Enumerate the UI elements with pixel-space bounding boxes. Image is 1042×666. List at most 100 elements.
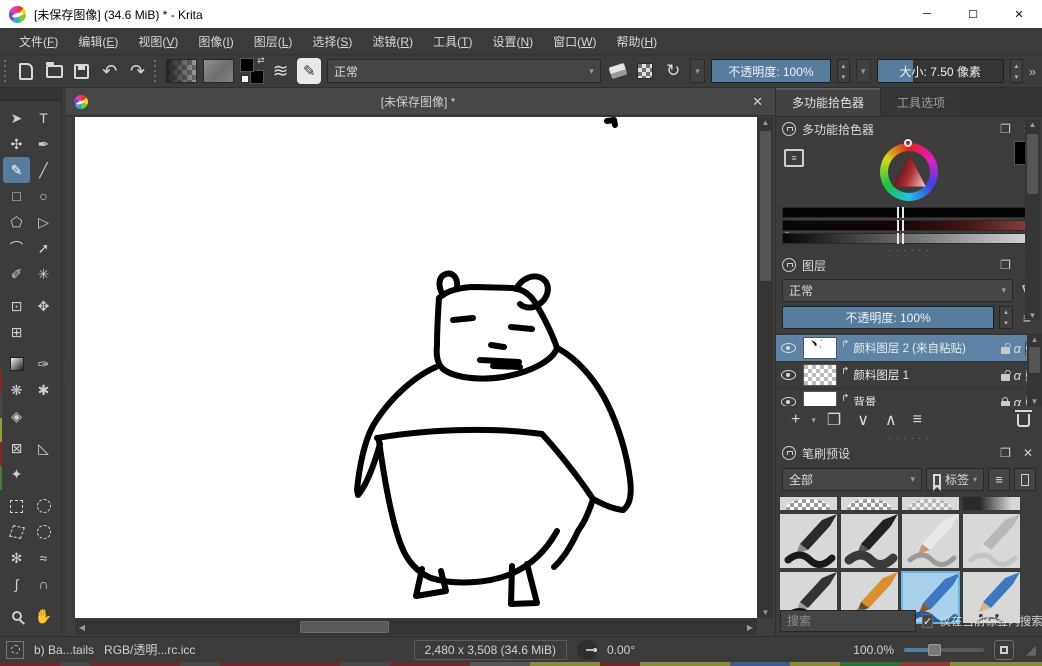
magnetic-select-tool[interactable]: ∩ — [30, 571, 57, 597]
menu-I[interactable]: 图像(I) — [189, 29, 242, 54]
save-button[interactable] — [71, 59, 93, 83]
layer-opacity-slider[interactable]: 不透明度: 100% — [782, 306, 994, 329]
brush-editor-button[interactable]: ✎ — [297, 58, 321, 84]
reload-dropdown-arrow[interactable]: ▾ — [690, 59, 705, 83]
polyline-tool[interactable]: ▷ — [30, 209, 57, 235]
toolbar-overflow-button[interactable]: » — [1029, 64, 1038, 79]
polygon-tool[interactable]: ⬠ — [3, 209, 30, 235]
shade-handle[interactable] — [897, 220, 904, 231]
float-dock-icon[interactable]: ❐ — [997, 258, 1014, 272]
layer-visibility-icon[interactable] — [781, 370, 796, 380]
foreground-background-colors[interactable]: ⇄ — [240, 58, 264, 84]
layer-visibility-icon[interactable] — [781, 397, 796, 406]
assistants-tool[interactable]: ◺ — [30, 435, 57, 461]
reference-images-tool[interactable]: ✦ — [3, 461, 30, 487]
float-dock-icon[interactable]: ❐ — [997, 122, 1014, 136]
search-scope-checkbox[interactable]: ✓ — [922, 614, 933, 628]
preset-menu-button[interactable]: ≡ — [988, 468, 1010, 491]
duplicate-layer-button[interactable]: ❐ — [820, 410, 848, 430]
gradient-tool[interactable] — [3, 351, 30, 377]
colorize-mask-tool[interactable]: ✱ — [30, 377, 57, 403]
add-layer-arrow[interactable]: ▾ — [809, 415, 818, 426]
move-layer-up-button[interactable]: ∧ — [878, 410, 904, 430]
preset-scroll-thumb[interactable] — [1027, 134, 1038, 194]
canvas-vertical-scrollbar[interactable]: ▲ ▼ — [758, 117, 773, 618]
brush-preset[interactable] — [901, 513, 960, 569]
eraser-mode-button[interactable] — [607, 59, 629, 83]
brush-preset[interactable] — [840, 513, 899, 569]
vertical-scroll-thumb[interactable] — [760, 131, 771, 281]
redo-button[interactable]: ↷ — [127, 59, 149, 83]
shade-bar-2[interactable] — [782, 220, 1034, 231]
line-tool[interactable]: ╱ — [30, 157, 57, 183]
fit-zoom-button[interactable] — [994, 640, 1014, 660]
swap-colors-icon[interactable]: ⇄ — [257, 55, 265, 66]
shade-handle[interactable] — [897, 233, 904, 244]
layer-lock-icon[interactable] — [1001, 347, 1010, 354]
float-dock-icon[interactable]: ❐ — [997, 446, 1014, 460]
color-selector-header[interactable]: 多功能拾色器 ❐ ✕ — [776, 117, 1042, 141]
gradient-chooser[interactable] — [166, 59, 197, 83]
close-dock-icon[interactable]: ✕ — [1020, 446, 1036, 460]
opacity-dropdown-arrow[interactable]: ▾ — [856, 59, 871, 83]
menu-F[interactable]: 文件(F) — [10, 29, 67, 54]
enclose-fill-tool[interactable]: ⊠ — [3, 435, 30, 461]
eraser-soft-preset[interactable] — [901, 496, 960, 511]
zoom-percent[interactable]: 100.0% — [853, 643, 894, 657]
search-input[interactable] — [780, 610, 916, 632]
menu-R[interactable]: 滤镜(R) — [363, 29, 422, 54]
edit-shapes-tool[interactable]: ✣ — [3, 131, 30, 157]
color-picker-tool[interactable]: ✑ — [30, 351, 57, 377]
menu-H[interactable]: 帮助(H) — [607, 29, 666, 54]
bezier-select-tool[interactable]: ʃ — [3, 571, 30, 597]
rectangle-tool[interactable]: □ — [3, 183, 30, 209]
calligraphy-tool[interactable]: ✒ — [30, 131, 57, 157]
scroll-up-icon[interactable]: ▲ — [758, 118, 773, 127]
dock-splitter[interactable]: · · · · · · — [776, 246, 1042, 253]
canvas-titlebar[interactable]: [未保存图像] * ✕ — [66, 88, 775, 116]
toolbar-grip-2[interactable] — [154, 60, 159, 82]
layer-row[interactable]: ↱颜料图层 2 (来自粘贴)α — [776, 335, 1042, 362]
toolbox-title-handle[interactable] — [0, 88, 61, 101]
selection-mode-icon[interactable] — [6, 641, 24, 659]
shade-bar-1[interactable] — [782, 207, 1034, 218]
magic-wand-select-tool[interactable]: ✻ — [3, 545, 30, 571]
undo-button[interactable]: ↶ — [99, 59, 121, 83]
airbrush-preset[interactable] — [962, 496, 1021, 511]
freehand-select-tool[interactable] — [30, 519, 57, 545]
eraser-preset[interactable] — [779, 496, 838, 511]
shade-handle[interactable] — [897, 207, 904, 218]
inherit-alpha-icon[interactable]: α — [1014, 368, 1021, 383]
zoom-slider[interactable] — [904, 648, 984, 652]
open-document-button[interactable] — [43, 59, 65, 83]
polygon-select-tool[interactable] — [3, 519, 30, 545]
move-layer-down-button[interactable]: ∨ — [850, 410, 876, 430]
maximize-button[interactable]: ☐ — [950, 0, 996, 28]
rotation-dial-icon[interactable] — [577, 640, 597, 660]
tag-button[interactable]: 标签 ▾ — [926, 468, 984, 491]
layer-visibility-icon[interactable] — [781, 343, 796, 353]
layer-blend-mode-combo[interactable]: 正常 ▾ — [782, 279, 1013, 302]
brush-preset[interactable] — [779, 513, 838, 569]
pan-tool[interactable]: ✋ — [30, 603, 57, 629]
similar-color-select-tool[interactable]: ≈ — [30, 545, 57, 571]
zoom-tool[interactable] — [3, 603, 30, 629]
brush-preset[interactable] — [962, 513, 1021, 569]
layer-row[interactable]: ↱颜料图层 1α — [776, 362, 1042, 389]
reload-preset-button[interactable]: ↻ — [662, 59, 684, 83]
ellipse-tool[interactable]: ○ — [30, 183, 57, 209]
document-close-icon[interactable]: ✕ — [748, 94, 767, 110]
shade-selector-bars[interactable] — [782, 207, 1034, 246]
menu-S[interactable]: 选择(S) — [303, 29, 361, 54]
inherit-alpha-icon[interactable]: α — [1014, 341, 1021, 356]
scroll-left-icon[interactable]: ◀ — [75, 623, 89, 632]
rotation-angle[interactable]: 0.00° — [607, 643, 635, 657]
scroll-down-icon[interactable]: ▼ — [1025, 311, 1040, 320]
freehand-brush-tool[interactable]: ✎ — [3, 157, 30, 183]
drawing-canvas[interactable] — [75, 117, 757, 618]
ellipse-select-tool[interactable] — [30, 493, 57, 519]
layer-lock-icon[interactable] — [1001, 401, 1010, 407]
smart-patch-tool[interactable]: ❋ — [3, 377, 30, 403]
brush-presets-header[interactable]: 笔刷预设 ❐ ✕ — [776, 441, 1042, 465]
multibrush-tool[interactable]: ✳ — [30, 261, 57, 287]
